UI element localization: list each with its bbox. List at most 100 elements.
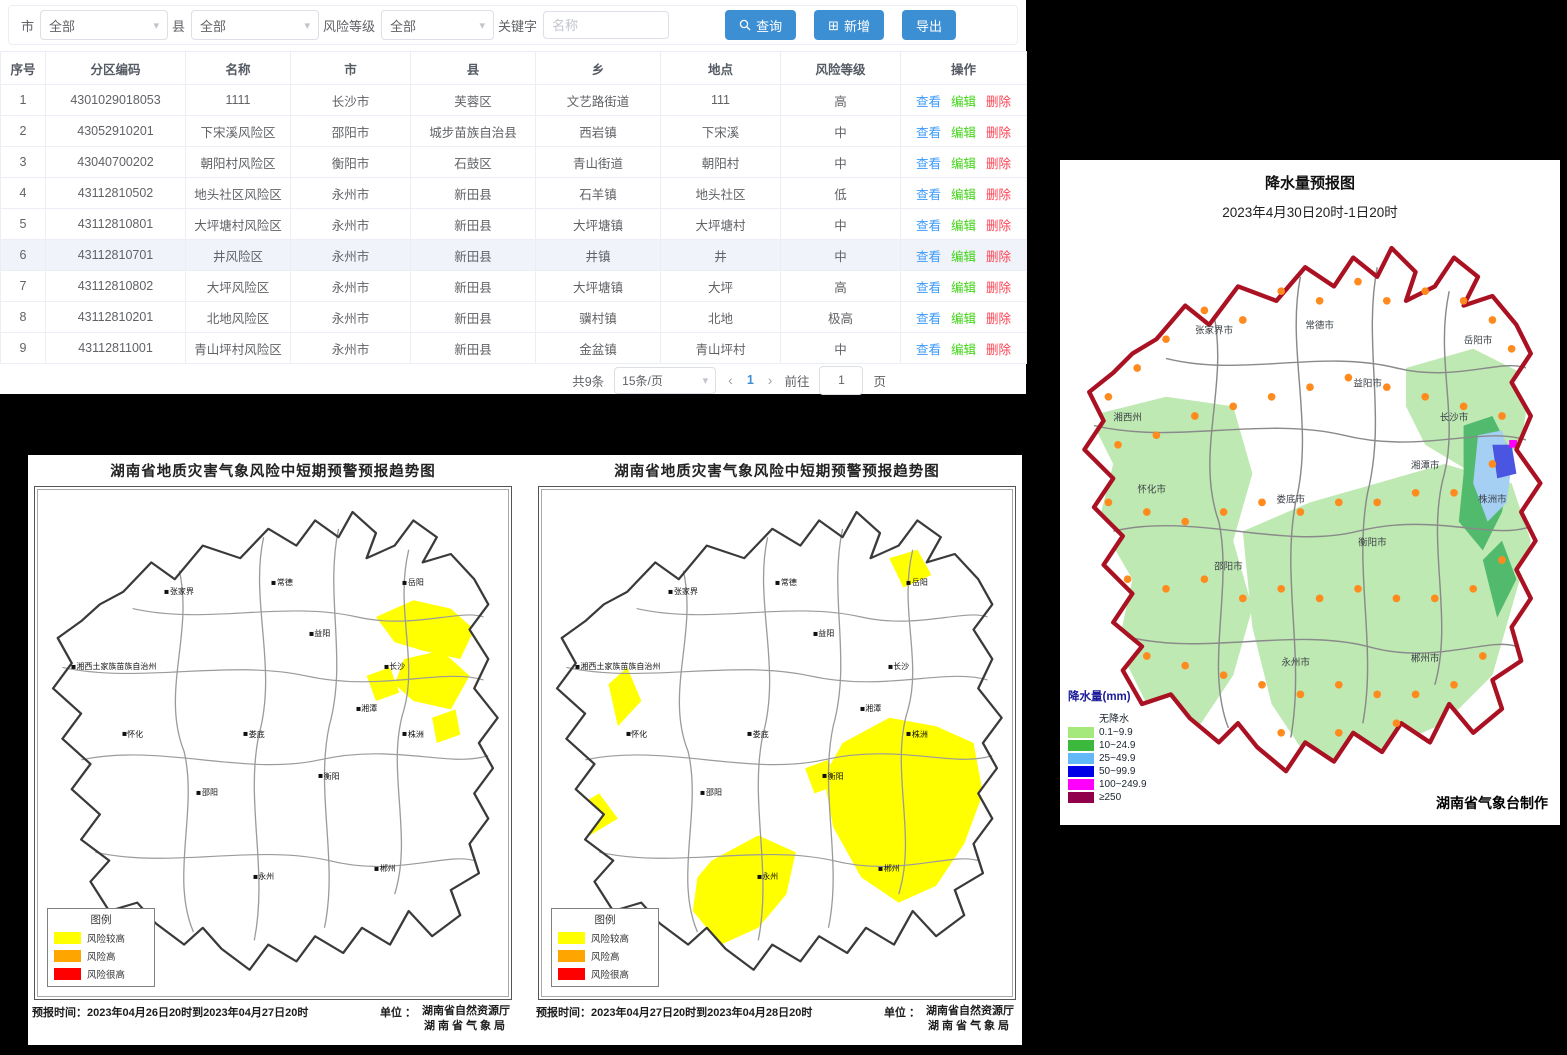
cell-no: 4 — [1, 178, 46, 209]
prev-page-icon[interactable]: ‹ — [726, 372, 735, 388]
table-row[interactable]: 643112810701井风险区永州市新田县井镇井中查看编辑删除 — [1, 240, 1027, 271]
column-header: 县 — [411, 52, 536, 85]
view-link[interactable]: 查看 — [916, 95, 941, 109]
view-link[interactable]: 查看 — [916, 126, 941, 140]
legend-label: 10~24.9 — [1099, 740, 1135, 751]
legend-item: 风险高 — [54, 949, 148, 963]
table-row[interactable]: 743112810802大坪风险区永州市新田县大坪塘镇大坪高查看编辑删除 — [1, 271, 1027, 302]
legend-item: 0.1~9.9 — [1068, 727, 1147, 738]
cell-town: 文艺路街道 — [536, 85, 661, 116]
cell-actions: 查看编辑删除 — [901, 85, 1027, 116]
legend-swatch — [1068, 740, 1094, 751]
edit-link[interactable]: 编辑 — [951, 157, 976, 171]
page-size-select[interactable]: 15条/页 ▾ — [614, 367, 716, 394]
edit-link[interactable]: 编辑 — [951, 343, 976, 357]
trend-map-frame: 张家界常德岳阳湘西土家族苗族自治州益阳长沙娄底湘潭株洲怀化邵阳衡阳永州郴州 图例… — [538, 486, 1016, 1000]
delete-link[interactable]: 删除 — [986, 157, 1011, 171]
keyword-input[interactable] — [543, 11, 669, 39]
cell-risk: 极高 — [781, 302, 901, 333]
view-link[interactable]: 查看 — [916, 281, 941, 295]
table-body: 143010290180531111长沙市芙蓉区文艺路街道111高查看编辑删除2… — [1, 85, 1027, 364]
edit-link[interactable]: 编辑 — [951, 126, 976, 140]
next-page-icon[interactable]: › — [766, 372, 775, 388]
column-header: 序号 — [1, 52, 46, 85]
cell-place: 大坪 — [661, 271, 781, 302]
add-button[interactable]: ⊞ 新增 — [814, 10, 884, 40]
cell-city: 永州市 — [291, 333, 411, 364]
trend-legend: 图例 风险较高风险高风险很高 — [47, 908, 155, 987]
delete-link[interactable]: 删除 — [986, 126, 1011, 140]
goto-page-input[interactable] — [819, 366, 863, 395]
cell-county: 新田县 — [411, 178, 536, 209]
delete-link[interactable]: 删除 — [986, 95, 1011, 109]
edit-link[interactable]: 编辑 — [951, 281, 976, 295]
table-row[interactable]: 543112810801大坪塘村风险区永州市新田县大坪塘镇大坪塘村中查看编辑删除 — [1, 209, 1027, 240]
current-page[interactable]: 1 — [745, 373, 756, 387]
unit-line2: 湖南省气象局 — [928, 1020, 1012, 1032]
cell-place: 青山坪村 — [661, 333, 781, 364]
edit-link[interactable]: 编辑 — [951, 188, 976, 202]
cell-place: 大坪塘村 — [661, 209, 781, 240]
cell-town: 骥村镇 — [536, 302, 661, 333]
column-header: 风险等级 — [781, 52, 901, 85]
cell-county: 新田县 — [411, 209, 536, 240]
delete-link[interactable]: 删除 — [986, 343, 1011, 357]
cell-place: 朝阳村 — [661, 147, 781, 178]
export-button[interactable]: 导出 — [902, 10, 956, 40]
edit-link[interactable]: 编辑 — [951, 250, 976, 264]
table-row[interactable]: 843112810201北地风险区永州市新田县骥村镇北地极高查看编辑删除 — [1, 302, 1027, 333]
cell-code: 43112810201 — [46, 302, 186, 333]
cell-city: 邵阳市 — [291, 116, 411, 147]
table-row[interactable]: 243052910201下宋溪风险区邵阳市城步苗族自治县西岩镇下宋溪中查看编辑删… — [1, 116, 1027, 147]
cell-place: 北地 — [661, 302, 781, 333]
edit-link[interactable]: 编辑 — [951, 312, 976, 326]
legend-item: 风险高 — [558, 949, 652, 963]
legend-swatch — [1068, 766, 1094, 777]
county-select[interactable]: 全部 ▾ — [191, 10, 319, 40]
county-filter-label: 县 — [172, 16, 185, 35]
delete-link[interactable]: 删除 — [986, 188, 1011, 202]
view-link[interactable]: 查看 — [916, 157, 941, 171]
trend-map-title: 湖南省地质灾害气象风险中短期预警预报趋势图 — [28, 455, 518, 481]
table-row[interactable]: 343040700202朝阳村风险区衡阳市石鼓区青山街道朝阳村中查看编辑删除 — [1, 147, 1027, 178]
delete-link[interactable]: 删除 — [986, 281, 1011, 295]
search-button[interactable]: 查询 — [725, 10, 796, 40]
cell-city: 永州市 — [291, 302, 411, 333]
delete-link[interactable]: 删除 — [986, 219, 1011, 233]
forecast-time: 预报时间：2023年04月26日20时到2023年04月27日20时 — [32, 1004, 308, 1020]
risk-level-select[interactable]: 全部 ▾ — [381, 10, 494, 40]
legend-label: ≥250 — [1099, 792, 1121, 803]
keyword-filter-label: 关键字 — [498, 16, 537, 35]
view-link[interactable]: 查看 — [916, 250, 941, 264]
city-select[interactable]: 全部 ▾ — [40, 10, 168, 40]
trend-legend: 图例 风险较高风险高风险很高 — [551, 908, 659, 987]
unit-line2: 湖南省气象局 — [424, 1020, 508, 1032]
cell-name: 地头社区风险区 — [186, 178, 291, 209]
edit-link[interactable]: 编辑 — [951, 219, 976, 233]
page-unit-label: 页 — [873, 371, 886, 390]
delete-link[interactable]: 删除 — [986, 312, 1011, 326]
legend-swatch — [54, 950, 81, 962]
delete-link[interactable]: 删除 — [986, 250, 1011, 264]
cell-town: 西岩镇 — [536, 116, 661, 147]
edit-link[interactable]: 编辑 — [951, 95, 976, 109]
cell-actions: 查看编辑删除 — [901, 302, 1027, 333]
forecast-time: 预报时间：2023年04月27日20时到2023年04月28日20时 — [536, 1004, 812, 1020]
view-link[interactable]: 查看 — [916, 219, 941, 233]
view-link[interactable]: 查看 — [916, 188, 941, 202]
trend-map-title: 湖南省地质灾害气象风险中短期预警预报趋势图 — [532, 455, 1022, 481]
search-icon — [739, 19, 751, 31]
view-link[interactable]: 查看 — [916, 343, 941, 357]
table-row[interactable]: 143010290180531111长沙市芙蓉区文艺路街道111高查看编辑删除 — [1, 85, 1027, 116]
cell-place: 111 — [661, 85, 781, 116]
legend-swatch — [1068, 792, 1094, 803]
legend-item: 无降水 — [1068, 710, 1147, 725]
chevron-down-icon: ▾ — [305, 19, 311, 32]
view-link[interactable]: 查看 — [916, 312, 941, 326]
cell-city: 永州市 — [291, 240, 411, 271]
legend-label: 风险很高 — [87, 967, 125, 981]
table-row[interactable]: 443112810502地头社区风险区永州市新田县石羊镇地头社区低查看编辑删除 — [1, 178, 1027, 209]
table-row[interactable]: 943112811001青山坪村风险区永州市新田县金盆镇青山坪村中查看编辑删除 — [1, 333, 1027, 364]
column-header: 乡 — [536, 52, 661, 85]
cell-city: 永州市 — [291, 178, 411, 209]
